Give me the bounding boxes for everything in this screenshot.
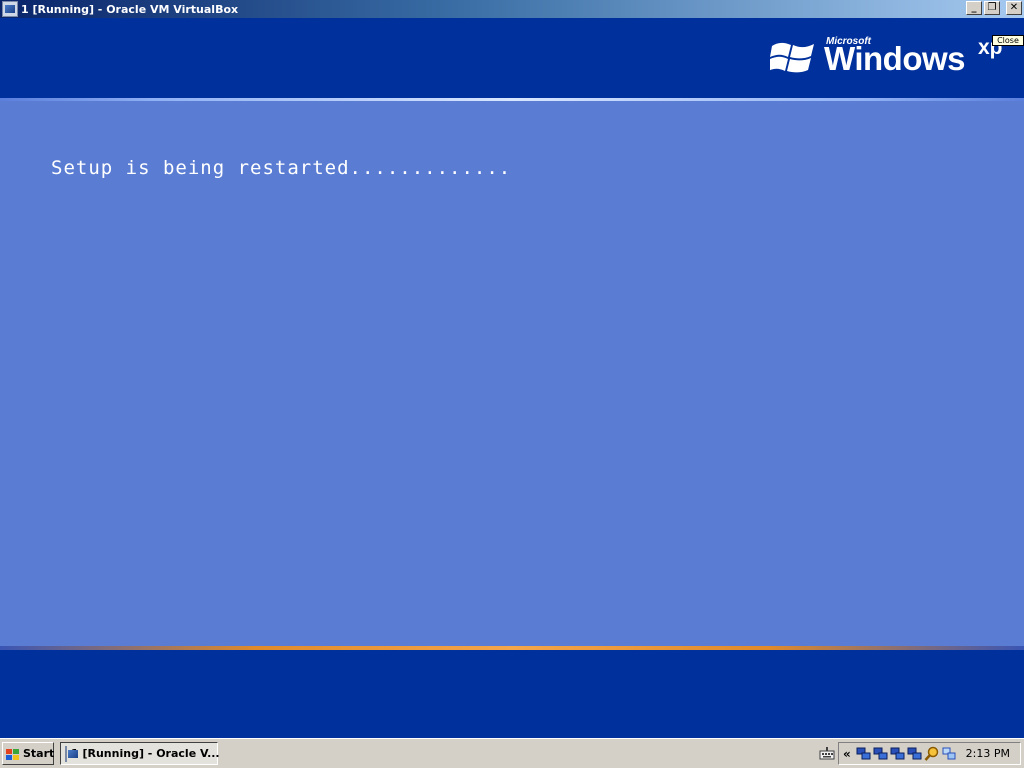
- start-button[interactable]: Start: [2, 742, 54, 765]
- tray-clock[interactable]: 2:13 PM: [966, 747, 1010, 760]
- start-label: Start: [23, 747, 55, 760]
- window-titlebar[interactable]: 1 [Running] - Oracle VM VirtualBox _ ❐ ✕: [0, 0, 1024, 18]
- system-tray: « 2:13 PM: [838, 742, 1021, 765]
- network-icon[interactable]: [890, 746, 906, 762]
- window-controls: _ ❐ ✕: [966, 1, 1022, 15]
- display-icon[interactable]: [941, 746, 957, 762]
- logo-windows-text: Windows: [824, 40, 966, 77]
- virtualbox-icon[interactable]: [2, 1, 18, 17]
- close-tooltip: Close: [992, 35, 1024, 46]
- minimize-button[interactable]: _: [966, 1, 982, 15]
- window-title: 1 [Running] - Oracle VM VirtualBox: [21, 2, 239, 16]
- close-button[interactable]: ✕: [1006, 1, 1022, 15]
- network-icon[interactable]: [907, 746, 923, 762]
- taskbar: Start 1 [Running] - Oracle V... « 2:13 P…: [0, 738, 1024, 768]
- virtualbox-icon: [65, 745, 78, 762]
- setup-header-band: Microsoft Windows xp Close: [0, 18, 1024, 98]
- tray-expand-icon[interactable]: «: [843, 747, 855, 761]
- windows-flag-icon: [768, 38, 816, 78]
- taskbar-item-virtualbox[interactable]: 1 [Running] - Oracle V...: [60, 742, 220, 765]
- setup-status-text: Setup is being restarted.............: [51, 157, 512, 179]
- network-icon[interactable]: [873, 746, 889, 762]
- keyboard-icon[interactable]: [819, 746, 835, 762]
- vm-screen[interactable]: Microsoft Windows xp Close Setup is bein…: [0, 18, 1024, 738]
- network-icon[interactable]: [856, 746, 872, 762]
- setup-main-area: [0, 101, 1024, 646]
- windows-xp-logo: Microsoft Windows xp: [768, 32, 1010, 90]
- search-icon[interactable]: [924, 746, 940, 762]
- restore-button[interactable]: ❐: [984, 1, 1000, 15]
- taskbar-item-label: 1 [Running] - Oracle V...: [71, 747, 220, 760]
- windows-logo-icon: [6, 748, 20, 760]
- setup-footer-band: [0, 650, 1024, 738]
